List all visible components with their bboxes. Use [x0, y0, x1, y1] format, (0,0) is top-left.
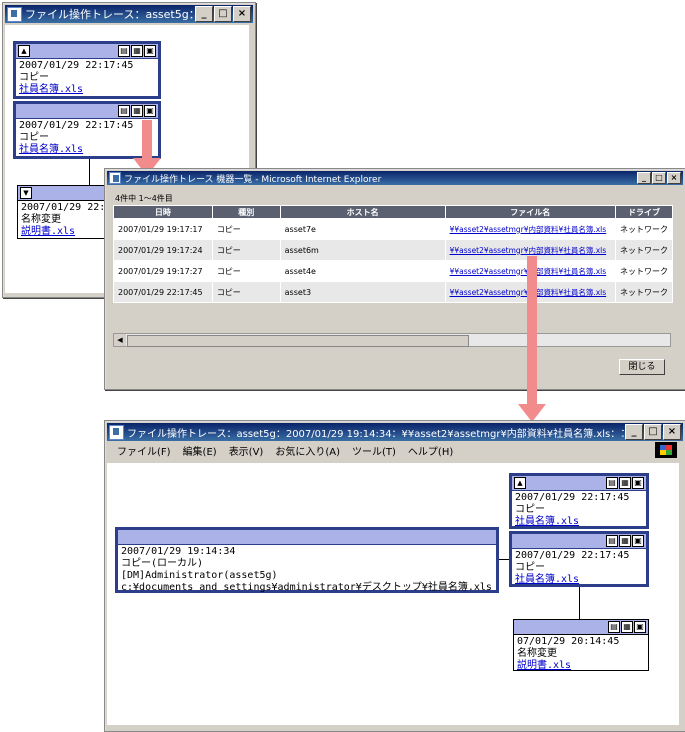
node-file-link[interactable]: 社員名簿.xls [19, 84, 155, 96]
node-date: 2007/01/29 22:17:45 [19, 60, 134, 71]
menu-favorites[interactable]: お気に入り(A) [275, 443, 340, 458]
node-date: 2007/01/29 19:14:34 [121, 546, 236, 557]
minimize-button[interactable]: _ [195, 6, 213, 22]
node-date: 2007/01/29 22:17:45 [515, 550, 630, 561]
column-header-file[interactable]: ファイル名 [444, 205, 617, 219]
tree-icon[interactable]: ▦ [131, 45, 143, 57]
detail-icon[interactable]: ▤ [606, 535, 618, 547]
node-file-link[interactable]: 社員名簿.xls [515, 574, 643, 586]
menu-tools[interactable]: ツール(T) [352, 443, 396, 458]
ie-app-icon [109, 424, 124, 440]
ie-app-icon [7, 6, 22, 22]
flow-arrow [527, 256, 537, 406]
table-row[interactable]: 2007/01/29 22:17:45 コピー asset3 ¥¥asset2¥… [113, 281, 673, 303]
title-bar[interactable]: ファイル操作トレース：asset5g：2007/01/29 19:14:34：¥… [107, 423, 683, 441]
windows-logo-icon [655, 442, 677, 458]
connector-line [89, 159, 90, 185]
node-file-link[interactable]: 社員名簿.xls [19, 144, 155, 156]
close-button[interactable]: × [663, 424, 681, 440]
menu-help[interactable]: ヘルプ(H) [408, 443, 453, 458]
tree-icon[interactable]: ▦ [619, 477, 631, 489]
tree-icon[interactable]: ▦ [131, 105, 143, 117]
detail-icon[interactable]: ▤ [606, 477, 618, 489]
node-operation: コピー [19, 132, 49, 143]
menu-edit[interactable]: 編集(E) [183, 443, 217, 458]
node-date: 2007/01/29 22:17:45 [19, 120, 134, 131]
collapse-toggle-icon[interactable]: ▲ [18, 45, 30, 57]
trace-node[interactable]: ▤ ▦ ▣ 07/01/29 20:14:45 名称変更 説明書.xls [513, 619, 649, 671]
node-file-link[interactable]: 説明書.xls [517, 660, 645, 672]
ie-app-icon [109, 172, 121, 184]
window-title: ファイル操作トレース：asset5g：2007/01/29 19:14:34：¥… [127, 428, 624, 440]
menu-file[interactable]: ファイル(F) [117, 443, 171, 458]
file-link[interactable]: ¥¥asset2¥assetmgr¥内部資料¥社員名簿.xls [444, 218, 617, 240]
maximize-button[interactable]: □ [652, 172, 666, 184]
close-window-button[interactable]: 閉じる [619, 359, 665, 375]
table-row[interactable]: 2007/01/29 19:17:17 コピー asset7e ¥¥asset2… [113, 218, 673, 240]
connector-line [499, 559, 509, 560]
connector-line [579, 587, 580, 619]
column-header-host[interactable]: ホスト名 [279, 205, 446, 219]
horizontal-scrollbar[interactable]: ◀ [113, 333, 671, 347]
menu-bar: ファイル(F) 編集(E) 表示(V) お気に入り(A) ツール(T) ヘルプ(… [107, 441, 683, 459]
expand-toggle-icon[interactable]: ▼ [20, 187, 32, 199]
node-operation: コピー(ローカル) [121, 558, 204, 569]
tree-icon[interactable]: ▦ [621, 621, 633, 633]
device-list-window: ファイル操作トレース 機器一覧 - Microsoft Internet Exp… [104, 168, 685, 390]
title-bar[interactable]: ファイル操作トレース 機器一覧 - Microsoft Internet Exp… [107, 171, 683, 185]
expand-icon[interactable]: ▣ [634, 621, 646, 633]
maximize-button[interactable]: □ [214, 6, 232, 22]
node-operation: 名称変更 [517, 648, 557, 659]
tree-icon[interactable]: ▦ [619, 535, 631, 547]
detail-icon[interactable]: ▤ [118, 45, 130, 57]
trace-canvas: 2007/01/29 19:14:34 コピー(ローカル) [DM]Admini… [107, 463, 679, 725]
result-count: 4件中 1～4件目 [115, 194, 173, 203]
detail-icon[interactable]: ▤ [118, 105, 130, 117]
trace-node-main[interactable]: 2007/01/29 19:14:34 コピー(ローカル) [DM]Admini… [115, 527, 499, 593]
trace-node[interactable]: ▲ ▤ ▦ ▣ 2007/01/29 22:17:45 コピー 社員名簿.xls [509, 473, 649, 529]
node-operation: コピー [515, 562, 545, 573]
node-user: [DM]Administrator(asset5g) [121, 570, 278, 581]
scroll-left-arrow[interactable]: ◀ [114, 334, 126, 346]
window-title: ファイル操作トレース 機器一覧 - Microsoft Internet Exp… [124, 174, 382, 185]
trace-node[interactable]: ▤ ▦ ▣ 2007/01/29 22:17:45 コピー 社員名簿.xls [13, 101, 161, 159]
expand-icon[interactable]: ▣ [632, 477, 644, 489]
table-row[interactable]: 2007/01/29 19:17:24 コピー asset6m ¥¥asset2… [113, 239, 673, 261]
trace-window-large: ファイル操作トレース：asset5g：2007/01/29 19:14:34：¥… [104, 420, 685, 732]
maximize-button[interactable]: □ [644, 424, 662, 440]
detail-icon[interactable]: ▤ [608, 621, 620, 633]
window-title: ファイル操作トレース：asset5g：2007/01… [25, 8, 194, 21]
minimize-button[interactable]: _ [637, 172, 651, 184]
node-operation: コピー [515, 504, 545, 515]
node-file-link[interactable]: 社員名簿.xls [515, 516, 643, 528]
menu-view[interactable]: 表示(V) [229, 443, 264, 458]
node-date: 2007/01/29 22:17:45 [515, 492, 630, 503]
trace-node[interactable]: ▲ ▤ ▦ ▣ 2007/01/29 22:17:45 コピー 社員名簿.xls [13, 41, 161, 99]
expand-icon[interactable]: ▣ [632, 535, 644, 547]
close-button[interactable]: × [667, 172, 681, 184]
expand-icon[interactable]: ▣ [144, 45, 156, 57]
device-table: 日時 種別 ホスト名 ファイル名 ドライブ 2007/01/29 19:17:1… [113, 205, 673, 303]
flow-arrow [142, 120, 152, 160]
node-operation: コピー [19, 72, 49, 83]
column-header-type[interactable]: 種別 [211, 205, 281, 219]
scroll-thumb[interactable] [127, 335, 469, 347]
table-row[interactable]: 2007/01/29 19:17:27 コピー asset4e ¥¥asset2… [113, 260, 673, 282]
node-date: 07/01/29 20:14:45 [517, 636, 620, 647]
minimize-button[interactable]: _ [625, 424, 643, 440]
close-button[interactable]: × [233, 6, 251, 22]
expand-icon[interactable]: ▣ [144, 105, 156, 117]
collapse-toggle-icon[interactable]: ▲ [514, 477, 526, 489]
column-header-date[interactable]: 日時 [113, 205, 213, 219]
node-path: c:¥documents and settings¥administrator¥… [121, 582, 492, 593]
column-header-drive[interactable]: ドライブ [615, 205, 673, 219]
trace-node[interactable]: ▤ ▦ ▣ 2007/01/29 22:17:45 コピー 社員名簿.xls [509, 531, 649, 587]
title-bar[interactable]: ファイル操作トレース：asset5g：2007/01… _ □ × [5, 5, 253, 23]
table-header-row: 日時 種別 ホスト名 ファイル名 ドライブ [113, 205, 673, 219]
